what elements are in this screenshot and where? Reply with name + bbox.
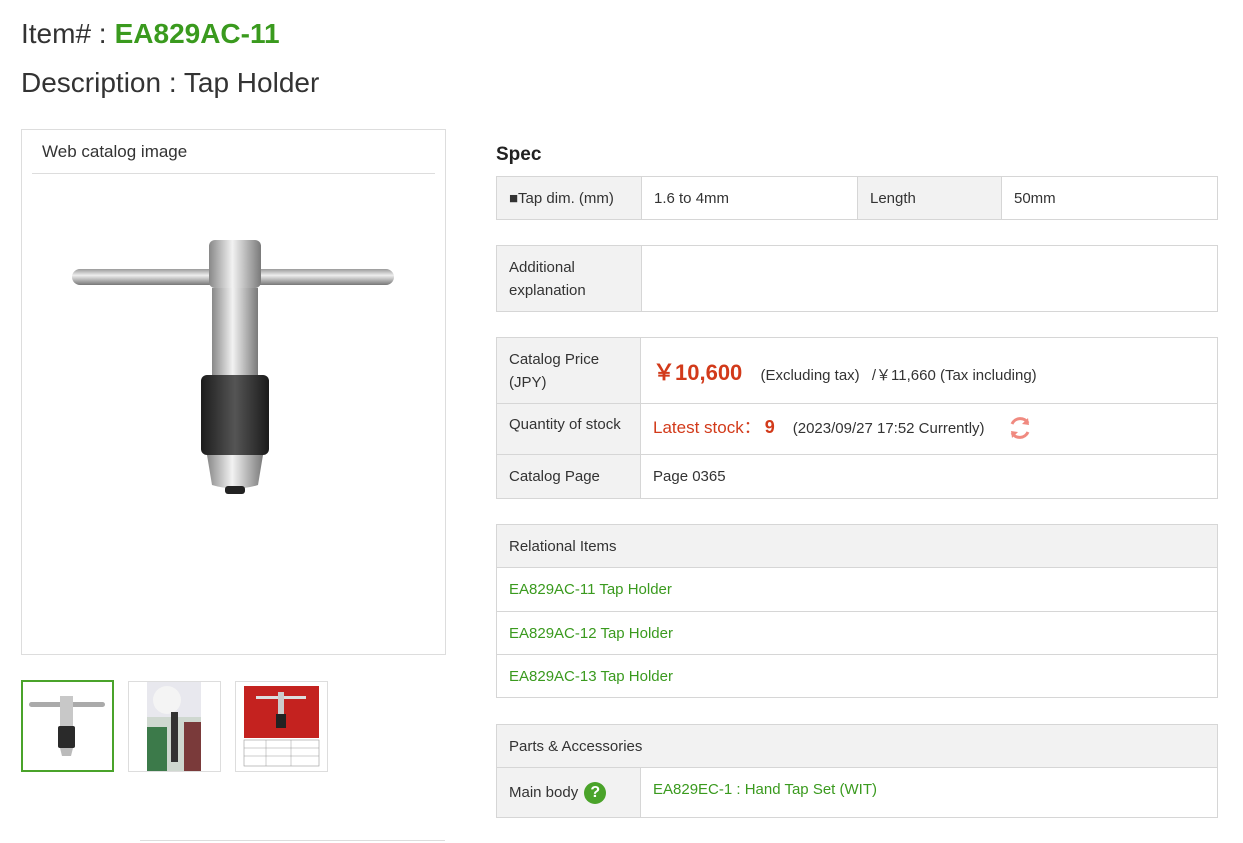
stock-label: Quantity of stock: [496, 403, 641, 455]
additional-value: [641, 245, 1218, 312]
item-code: EA829AC-11: [114, 18, 280, 49]
main-body-link[interactable]: EA829EC-1 : Hand Tap Set (WIT): [653, 781, 877, 798]
length-label: Length: [857, 176, 1002, 220]
relational-item-link[interactable]: EA829AC-12 Tap Holder: [509, 625, 673, 642]
stock-count: 9: [764, 417, 775, 438]
relational-item-link[interactable]: EA829AC-11 Tap Holder: [509, 581, 672, 598]
price-value: ￥10,600: [653, 359, 743, 385]
item-prefix: Item# :: [21, 18, 107, 49]
thumbnail-2[interactable]: [128, 681, 221, 772]
relational-items-table: Relational Items EA829AC-11 Tap Holder E…: [496, 524, 1218, 698]
catalog-image-panel: Web catalog image: [21, 129, 446, 655]
length-value: 50mm: [1001, 176, 1218, 220]
refresh-icon[interactable]: [1007, 415, 1033, 445]
stock-cell: Latest stock： 9 (2023/09/27 17:52 Currentl…: [640, 403, 1218, 455]
main-body-label: Main body: [509, 783, 579, 801]
parts-accessories-title: Parts & Accessories: [496, 724, 1218, 768]
latest-stock-label: Latest stock：: [653, 418, 761, 438]
item-number: Item# : EA829AC-11: [21, 18, 280, 50]
help-icon[interactable]: ?: [584, 781, 607, 804]
stock-timestamp: (2023/09/27 17:52 Currently): [792, 420, 985, 438]
price-label: Catalog Price (JPY): [496, 337, 641, 404]
divider: [140, 840, 445, 841]
additional-label: Additional explanation: [496, 245, 642, 312]
price-excl-note: (Excluding tax): [760, 366, 860, 384]
additional-table: Additional explanation: [496, 245, 1218, 312]
tap-dim-label: ■Tap dim. (mm): [496, 176, 642, 220]
main-body-cell: Main body?: [496, 767, 641, 818]
price-incl-note: (Tax including): [939, 366, 1037, 384]
relational-items-title: Relational Items: [496, 524, 1218, 568]
price-stock-table: Catalog Price (JPY) ￥10,600 (Excluding t…: [496, 337, 1218, 499]
divider: [32, 173, 435, 174]
tap-dim-value: 1.6 to 4mm: [641, 176, 858, 220]
item-description: Description : Tap Holder: [21, 67, 320, 98]
price-incl-value: /￥11,660: [871, 366, 936, 384]
parts-accessories-table: Parts & Accessories Main body? EA829EC-1…: [496, 724, 1218, 818]
thumbnail-3[interactable]: [235, 681, 328, 772]
spec-table: ■Tap dim. (mm) 1.6 to 4mm Length 50mm: [496, 176, 1218, 220]
catalog-page-value: Page 0365: [640, 454, 1218, 499]
thumbnail-1[interactable]: [21, 680, 114, 772]
catalog-image-title: Web catalog image: [42, 142, 188, 161]
relational-item-link[interactable]: EA829AC-13 Tap Holder: [509, 668, 673, 685]
tap-holder-image: [72, 240, 394, 494]
catalog-page-label: Catalog Page: [496, 454, 641, 499]
spec-title: Spec: [496, 144, 542, 165]
price-cell: ￥10,600 (Excluding tax) /￥11,660 (Tax in…: [640, 337, 1218, 404]
